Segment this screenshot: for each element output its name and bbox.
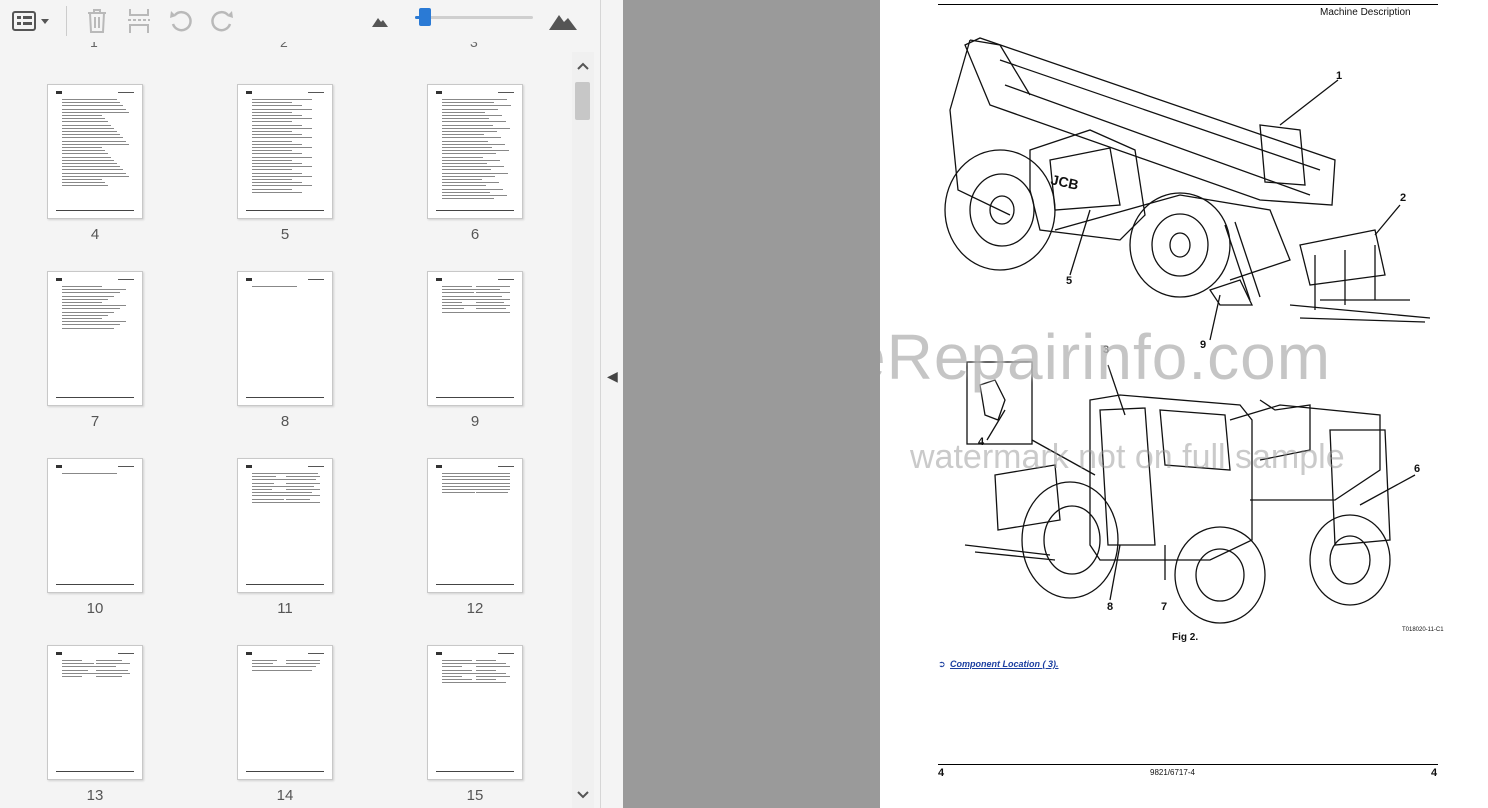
page-thumbnail[interactable]: 11 <box>237 458 333 617</box>
redo-icon <box>211 10 233 32</box>
partial-page-label: 2 <box>280 42 288 50</box>
component-location-link[interactable]: ➲ Component Location ( 3). <box>938 654 1059 672</box>
list-view-icon <box>12 11 49 31</box>
link-arrow-icon: ➲ <box>938 659 946 669</box>
partial-page-label: 1 <box>90 42 98 50</box>
scroll-up-icon[interactable] <box>572 56 594 76</box>
thumbnail-image <box>47 458 143 593</box>
thumbnail-image <box>47 271 143 406</box>
zoom-slider-thumb[interactable] <box>418 8 431 26</box>
small-mountain-icon <box>372 18 388 27</box>
panel-splitter[interactable]: ◀ <box>601 0 623 808</box>
page-number-label: 5 <box>280 226 290 243</box>
page-number-label: 8 <box>280 413 290 430</box>
page-thumbnail[interactable]: 13 <box>47 645 143 804</box>
callout-8: 8 <box>1107 601 1114 613</box>
watermark-subtext: watermark not on full sample <box>910 438 1345 476</box>
page-thumbnail[interactable]: 15 <box>427 645 523 804</box>
callout-2: 2 <box>1400 192 1407 204</box>
extract-pages-icon <box>128 9 150 33</box>
collapse-panel-icon[interactable]: ◀ <box>607 368 618 385</box>
trash-icon <box>88 9 106 33</box>
figure-id: T018020-11-C1 <box>1402 627 1444 633</box>
page-thumbnail[interactable]: 7 <box>47 271 143 430</box>
page-thumbnail[interactable]: 6 <box>427 84 523 243</box>
thumbnail-image <box>427 271 523 406</box>
footer-right-page: 4 <box>1431 767 1438 779</box>
page-thumbnail[interactable]: 4 <box>47 84 143 243</box>
thumbnail-image <box>237 84 333 219</box>
callout-1: 1 <box>1336 70 1343 82</box>
thumbnail-image <box>427 84 523 219</box>
footer-left-page: 4 <box>938 767 945 779</box>
page-thumbnail[interactable]: 14 <box>237 645 333 804</box>
thumbnail-image <box>237 271 333 406</box>
redo-button[interactable] <box>207 6 237 36</box>
extract-pages-button[interactable] <box>124 6 154 36</box>
footer-rule <box>938 764 1438 765</box>
page-number-label: 10 <box>86 600 104 617</box>
zoom-in-button[interactable] <box>548 6 578 36</box>
page-thumbnail[interactable]: 10 <box>47 458 143 617</box>
page-number-label: 12 <box>466 600 484 617</box>
page-number-label: 6 <box>470 226 480 243</box>
delete-page-button[interactable] <box>82 6 112 36</box>
large-mountain-icon <box>549 15 577 30</box>
thumbnail-image <box>237 458 333 593</box>
thumbnail-image <box>47 645 143 780</box>
partial-page-label: 3 <box>470 42 478 50</box>
page-thumbnail[interactable]: 9 <box>427 271 523 430</box>
thumbnail-scrollbar[interactable] <box>572 52 594 808</box>
page-thumbnail[interactable]: 8 <box>237 271 333 430</box>
callout-6: 6 <box>1414 463 1421 475</box>
undo-icon <box>170 10 192 32</box>
scrollbar-thumb[interactable] <box>575 82 590 120</box>
thumbnail-panel: 1 2 3 4 5 6 7 8 9 10 11 12 13 14 15 <box>0 0 601 808</box>
callout-5: 5 <box>1066 275 1073 287</box>
thumbnail-image <box>427 645 523 780</box>
zoom-out-button[interactable] <box>365 6 395 36</box>
callout-7: 7 <box>1161 601 1168 613</box>
page-thumbnail[interactable]: 12 <box>427 458 523 617</box>
page-number-label: 4 <box>90 226 100 243</box>
page-thumbnail[interactable]: 5 <box>237 84 333 243</box>
figure-caption: Fig 2. <box>1172 632 1199 643</box>
page-number-label: 11 <box>277 600 293 617</box>
telehandler-illustration: JCB <box>944 37 1431 624</box>
zoom-slider[interactable] <box>415 8 533 26</box>
page-number-label: 15 <box>466 787 484 804</box>
toolbar-divider <box>66 6 67 36</box>
page-number-label: 14 <box>276 787 294 804</box>
scroll-down-icon[interactable] <box>572 785 594 805</box>
page-number-label: 13 <box>86 787 104 804</box>
jcb-logo: JCB <box>1049 171 1080 192</box>
toolbar <box>0 0 600 42</box>
link-text[interactable]: Component Location ( 3). <box>950 659 1059 669</box>
footer-doc-number: 9821/6717-4 <box>1150 768 1195 777</box>
page-number-label: 7 <box>90 413 100 430</box>
undo-button[interactable] <box>166 6 196 36</box>
watermark: eRepairinfo.com <box>880 321 1331 393</box>
thumbnail-image <box>237 645 333 780</box>
view-options-button[interactable] <box>8 6 54 36</box>
thumbnail-grid: 1 2 3 4 5 6 7 8 9 10 11 12 13 14 15 <box>0 42 572 808</box>
thumbnail-image <box>47 84 143 219</box>
document-page: Machine Description JCB 1 2 3 4 5 6 7 8 … <box>880 0 1488 808</box>
thumbnail-image <box>427 458 523 593</box>
page-number-label: 9 <box>470 413 480 430</box>
